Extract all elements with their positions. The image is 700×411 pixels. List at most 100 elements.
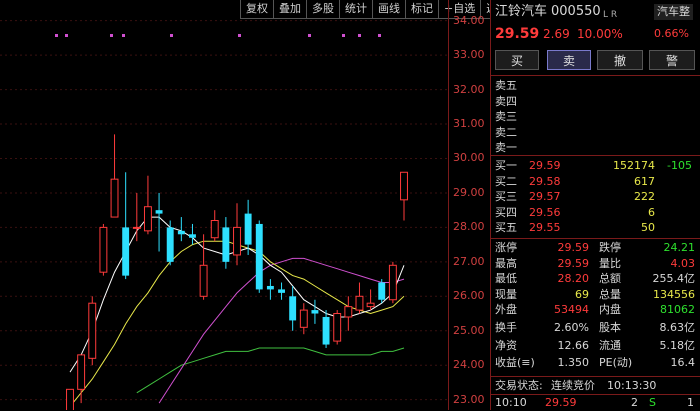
toolbar-item[interactable]: 画线 (372, 0, 405, 19)
stat-vol-ratio: 4.03 (670, 256, 696, 270)
buy-level-row[interactable]: 买二 29.58 617 (491, 174, 700, 190)
ma10-line (69, 240, 405, 407)
candle-body-down (289, 296, 297, 321)
sell-level-row[interactable]: 卖二 (491, 125, 700, 141)
level-label: 买三 (495, 190, 517, 203)
candle-body-up (132, 226, 141, 229)
stat-total: 134556 (653, 287, 695, 301)
level-price: 29.56 (529, 205, 561, 219)
sell-level-row[interactable]: 卖五 (491, 78, 700, 94)
stats-row: 收益(≡) 1.350 PE(动) 16.4 (491, 355, 700, 371)
stat-total-vol-l: 总额 (599, 272, 621, 285)
buy-level-row[interactable]: 买四 29.56 6 (491, 205, 700, 221)
level-price: 29.55 (529, 221, 561, 234)
toolbar-item[interactable]: 多股 (306, 0, 339, 19)
stat-limit-up-l: 涨停 (495, 241, 517, 254)
candle-body-down (222, 227, 230, 262)
price-tick-label: 34.00 (453, 13, 485, 27)
level-label: 买一 (495, 159, 517, 172)
candle-body-up (199, 264, 208, 297)
sector-name[interactable]: 汽车整 (654, 4, 693, 20)
sell-level-row[interactable]: 卖四 (491, 94, 700, 110)
tick-vol: 2 (631, 396, 638, 409)
buy-level-row[interactable]: 买一 29.59 152174 -105 (491, 158, 700, 174)
stock-code: 000550 (551, 4, 601, 19)
candle-body-up (77, 354, 86, 390)
kline-chart[interactable] (0, 0, 490, 410)
level-label: 买四 (495, 205, 517, 219)
toolbar-item[interactable]: 复权 (240, 0, 273, 19)
candle-body-down (266, 285, 274, 290)
divider (491, 238, 700, 239)
candle-body-up (344, 306, 353, 318)
stat-eps-l: 收益(≡) (495, 356, 535, 369)
stat-outer: 53494 (554, 303, 589, 316)
stat-inner-l: 内盘 (599, 303, 621, 316)
candle-body-up (400, 171, 408, 201)
candle-body-up (333, 313, 342, 342)
level-price: 29.59 (529, 159, 561, 172)
event-marker (170, 34, 173, 37)
tick-num: 1 (687, 396, 694, 409)
ma60-line (136, 347, 405, 394)
price-axis: 34.00 33.00 32.00 31.00 30.00 29.00 28.00 27.00… (448, 0, 491, 410)
event-marker (308, 34, 311, 37)
level-label: 卖三 (495, 110, 517, 123)
divider (491, 376, 700, 377)
event-marker (342, 34, 345, 37)
event-marker (358, 34, 361, 37)
sell-button[interactable]: 卖 (547, 50, 591, 70)
level-price: 29.57 (529, 190, 561, 203)
stats-row: 现量 69 总量 134556 (491, 287, 700, 303)
price-tick-label: 23.00 (453, 392, 485, 406)
cancel-button[interactable]: 撤 (597, 50, 643, 70)
stats-row: 涨停 29.59 跌停 24.21 (491, 240, 700, 256)
level-label: 卖一 (495, 141, 517, 154)
sell-level-row[interactable]: 卖三 (491, 109, 700, 125)
candle-body-down (244, 213, 252, 245)
stock-name: 江铃汽车 (495, 4, 548, 19)
candle-body-up (233, 226, 241, 256)
stats-row: 外盘 53494 内盘 81062 (491, 302, 700, 318)
level-label: 卖二 (495, 125, 517, 139)
toolbar-item[interactable]: 标记 (405, 0, 438, 19)
buy-button[interactable]: 买 (495, 50, 539, 70)
tick-side: S (649, 396, 656, 409)
buy-level-row[interactable]: 买三 29.57 222 (491, 189, 700, 205)
level-vol: 50 (641, 221, 655, 234)
candle-body-up (143, 206, 152, 232)
stat-equity-l: 股本 (599, 321, 621, 334)
price-tick-label: 26.00 (453, 289, 485, 303)
event-marker (238, 34, 241, 37)
divider (491, 75, 700, 76)
stat-turnover: 2.60% (554, 321, 589, 334)
price-change-pct: 10.00% (577, 27, 623, 41)
stat-cur-vol-l: 现量 (495, 287, 517, 301)
level-vol: 152174 (613, 159, 655, 172)
price-line: 29.59 2.69 10.00% 0.66% (491, 26, 700, 44)
stat-total-l: 总量 (599, 287, 621, 301)
candle-body-up (366, 302, 375, 308)
event-marker (122, 34, 125, 37)
buy-level-row[interactable]: 买五 29.55 50 (491, 220, 700, 236)
stat-total-vol: 255.4亿 (652, 272, 696, 285)
stat-pe: 16.4 (670, 356, 696, 369)
stat-high: 29.59 (557, 256, 590, 270)
price-change: 2.69 (543, 27, 570, 41)
price-tick-label: 32.00 (453, 82, 485, 96)
toolbar-item[interactable]: 统计 (339, 0, 372, 19)
toolbar-item[interactable]: 叠加 (273, 0, 306, 19)
stat-vol-ratio-l: 量比 (599, 256, 621, 270)
stat-low-l: 最低 (495, 272, 517, 285)
alert-button[interactable]: 警 (649, 50, 695, 70)
candle-body-up (355, 295, 364, 311)
stats-row: 最高 29.59 量比 4.03 (491, 256, 700, 272)
candle-body-down (255, 223, 263, 290)
price-tick-label: 33.00 (453, 48, 485, 62)
candle-body-down (189, 234, 196, 238)
candle-body-up (299, 309, 308, 328)
level-vol: 222 (634, 190, 655, 203)
sell-level-row[interactable]: 卖一 (491, 140, 700, 156)
event-marker (378, 34, 381, 37)
price-tick-label: 29.00 (453, 185, 485, 199)
